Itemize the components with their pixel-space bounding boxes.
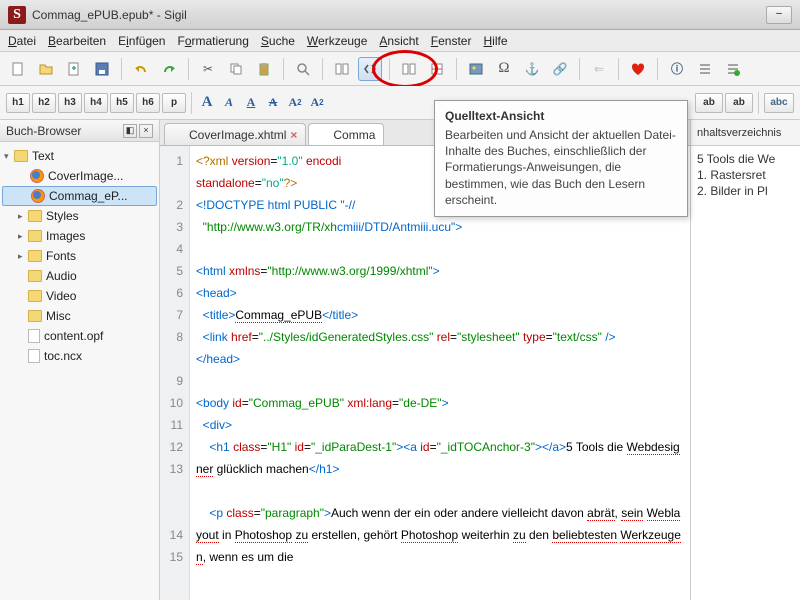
superscript-icon[interactable]: A2 bbox=[307, 93, 327, 113]
special-char-icon[interactable]: Ω bbox=[492, 57, 516, 81]
h2-button[interactable]: h2 bbox=[32, 93, 56, 113]
toc-item[interactable]: 1. Rastersret bbox=[697, 168, 794, 182]
tree-file-coverimage[interactable]: CoverImage... bbox=[2, 166, 157, 186]
toc-header: nhaltsverzeichnis bbox=[691, 120, 800, 146]
h1-button[interactable]: h1 bbox=[6, 93, 30, 113]
metadata-icon[interactable]: ⓘ bbox=[665, 57, 689, 81]
close-tab-icon[interactable]: × bbox=[290, 128, 297, 142]
image-icon[interactable] bbox=[464, 57, 488, 81]
tree-folder-video[interactable]: Video bbox=[2, 286, 157, 306]
tag-ab2-button[interactable]: ab bbox=[725, 93, 753, 113]
h5-button[interactable]: h5 bbox=[110, 93, 134, 113]
book-view-icon[interactable] bbox=[330, 57, 354, 81]
tooltip-body: Bearbeiten und Ansicht der aktuellen Dat… bbox=[445, 127, 677, 208]
menu-suche[interactable]: Suche bbox=[261, 34, 295, 48]
tooltip-title: Quelltext-Ansicht bbox=[445, 109, 677, 123]
italic-icon[interactable]: A bbox=[219, 93, 239, 113]
donate-icon[interactable] bbox=[626, 57, 650, 81]
menu-werkzeuge[interactable]: Werkzeuge bbox=[307, 34, 367, 48]
tree-folder-fonts[interactable]: ▸Fonts bbox=[2, 246, 157, 266]
underline-icon[interactable]: A bbox=[241, 93, 261, 113]
panel-close-icon[interactable]: × bbox=[139, 124, 153, 138]
strike-icon[interactable]: A bbox=[263, 93, 283, 113]
menu-formatierung[interactable]: Formatierung bbox=[177, 34, 248, 48]
toc-item[interactable]: 5 Tools die We bbox=[697, 152, 794, 166]
split-icon[interactable] bbox=[397, 57, 421, 81]
redo-icon[interactable] bbox=[157, 57, 181, 81]
code-view-icon[interactable] bbox=[358, 57, 382, 81]
bold-icon[interactable]: A bbox=[197, 93, 217, 113]
minimize-button[interactable]: – bbox=[766, 6, 792, 24]
file-tree: ▾Text CoverImage... Commag_eP... ▸Styles… bbox=[0, 142, 159, 370]
new-icon[interactable] bbox=[6, 57, 30, 81]
tree-file-commag[interactable]: Commag_eP... bbox=[2, 186, 157, 206]
h4-button[interactable]: h4 bbox=[84, 93, 108, 113]
h6-button[interactable]: h6 bbox=[136, 93, 160, 113]
split-marker-icon[interactable] bbox=[425, 57, 449, 81]
undo-icon[interactable] bbox=[129, 57, 153, 81]
menu-ansicht[interactable]: Ansicht bbox=[379, 34, 418, 48]
app-logo: S bbox=[8, 6, 26, 24]
toc-icon[interactable] bbox=[693, 57, 717, 81]
p-button[interactable]: p bbox=[162, 93, 186, 113]
main-toolbar: ✂ Ω ⚓ 🔗 ⇐ ⓘ bbox=[0, 52, 800, 86]
search-icon[interactable] bbox=[291, 57, 315, 81]
tab-commag[interactable]: Comma bbox=[308, 123, 384, 145]
add-icon[interactable] bbox=[62, 57, 86, 81]
menu-datei[interactable]: Datei bbox=[8, 34, 36, 48]
menu-fenster[interactable]: Fenster bbox=[431, 34, 472, 48]
save-icon[interactable] bbox=[90, 57, 114, 81]
paste-icon[interactable] bbox=[252, 57, 276, 81]
open-icon[interactable] bbox=[34, 57, 58, 81]
subscript-icon[interactable]: A2 bbox=[285, 93, 305, 113]
tag-ab-button[interactable]: ab bbox=[695, 93, 723, 113]
menu-hilfe[interactable]: Hilfe bbox=[483, 34, 507, 48]
window-title: Commag_ePUB.epub* - Sigil bbox=[32, 8, 187, 22]
h3-button[interactable]: h3 bbox=[58, 93, 82, 113]
copy-icon[interactable] bbox=[224, 57, 248, 81]
tree-folder-text[interactable]: ▾Text bbox=[2, 146, 157, 166]
tooltip: Quelltext-Ansicht Bearbeiten und Ansicht… bbox=[434, 100, 688, 217]
tree-file-tocncx[interactable]: toc.ncx bbox=[2, 346, 157, 366]
menu-einfuegen[interactable]: Einfügen bbox=[118, 34, 165, 48]
menu-bearbeiten[interactable]: Bearbeiten bbox=[48, 34, 106, 48]
panel-header: Buch-Browser ◧ × bbox=[0, 120, 159, 142]
cut-icon[interactable]: ✂ bbox=[196, 57, 220, 81]
back-icon[interactable]: ⇐ bbox=[587, 57, 611, 81]
anchor-icon[interactable]: ⚓ bbox=[520, 57, 544, 81]
toc-panel: nhaltsverzeichnis 5 Tools die We 1. Rast… bbox=[690, 120, 800, 600]
menubar: Datei Bearbeiten Einfügen Formatierung S… bbox=[0, 30, 800, 52]
tree-folder-audio[interactable]: Audio bbox=[2, 266, 157, 286]
tree-file-contentopf[interactable]: content.opf bbox=[2, 326, 157, 346]
panel-title: Buch-Browser bbox=[6, 124, 81, 138]
tree-folder-images[interactable]: ▸Images bbox=[2, 226, 157, 246]
line-gutter: 123456789101112131415 bbox=[160, 146, 190, 600]
tree-folder-styles[interactable]: ▸Styles bbox=[2, 206, 157, 226]
validate-icon[interactable] bbox=[721, 57, 745, 81]
book-browser-panel: Buch-Browser ◧ × ▾Text CoverImage... Com… bbox=[0, 120, 160, 600]
link-icon[interactable]: 🔗 bbox=[548, 57, 572, 81]
tree-folder-misc[interactable]: Misc bbox=[2, 306, 157, 326]
abc-button[interactable]: abc bbox=[764, 93, 794, 113]
toc-item[interactable]: 2. Bilder in Pl bbox=[697, 184, 794, 198]
panel-float-icon[interactable]: ◧ bbox=[123, 124, 137, 138]
titlebar: S Commag_ePUB.epub* - Sigil – bbox=[0, 0, 800, 30]
tab-coverimage[interactable]: CoverImage.xhtml× bbox=[164, 123, 306, 145]
